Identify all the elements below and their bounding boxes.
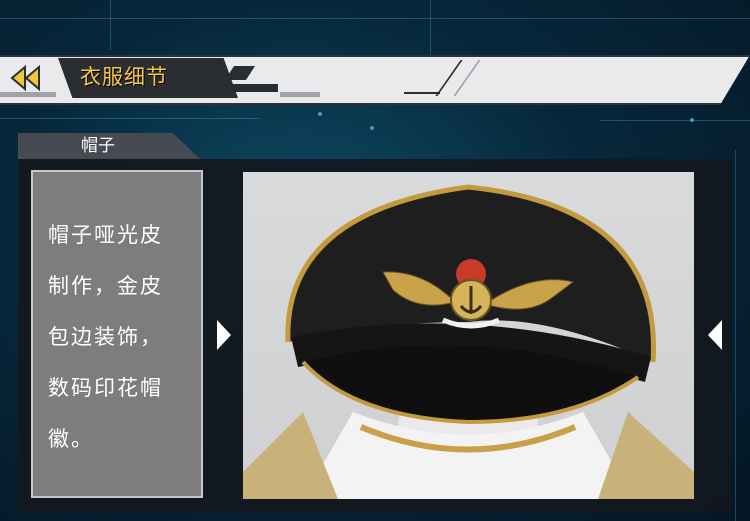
banner-stripe bbox=[404, 92, 440, 94]
description-line: 包边装饰， bbox=[48, 325, 163, 349]
description-line: 帽子哑光皮 bbox=[48, 223, 163, 247]
prev-arrow-button[interactable] bbox=[215, 318, 233, 352]
description-line: 数码印花帽 bbox=[48, 376, 163, 400]
banner-stripe bbox=[280, 92, 320, 97]
back-button[interactable] bbox=[8, 64, 44, 92]
military-cap-image bbox=[243, 184, 694, 499]
description-line: 制作，金皮 bbox=[48, 274, 163, 298]
description-text: 帽子哑光皮 制作，金皮 包边装饰， 数码印花帽 徽。 bbox=[48, 210, 188, 465]
double-chevron-left-icon bbox=[10, 65, 40, 91]
product-photo bbox=[243, 172, 694, 499]
section-label: 帽子 bbox=[81, 136, 115, 156]
banner-stripe bbox=[0, 92, 56, 97]
next-arrow-button[interactable] bbox=[706, 318, 724, 352]
page-title: 衣服细节 bbox=[80, 65, 168, 89]
description-line: 徽。 bbox=[48, 427, 94, 451]
